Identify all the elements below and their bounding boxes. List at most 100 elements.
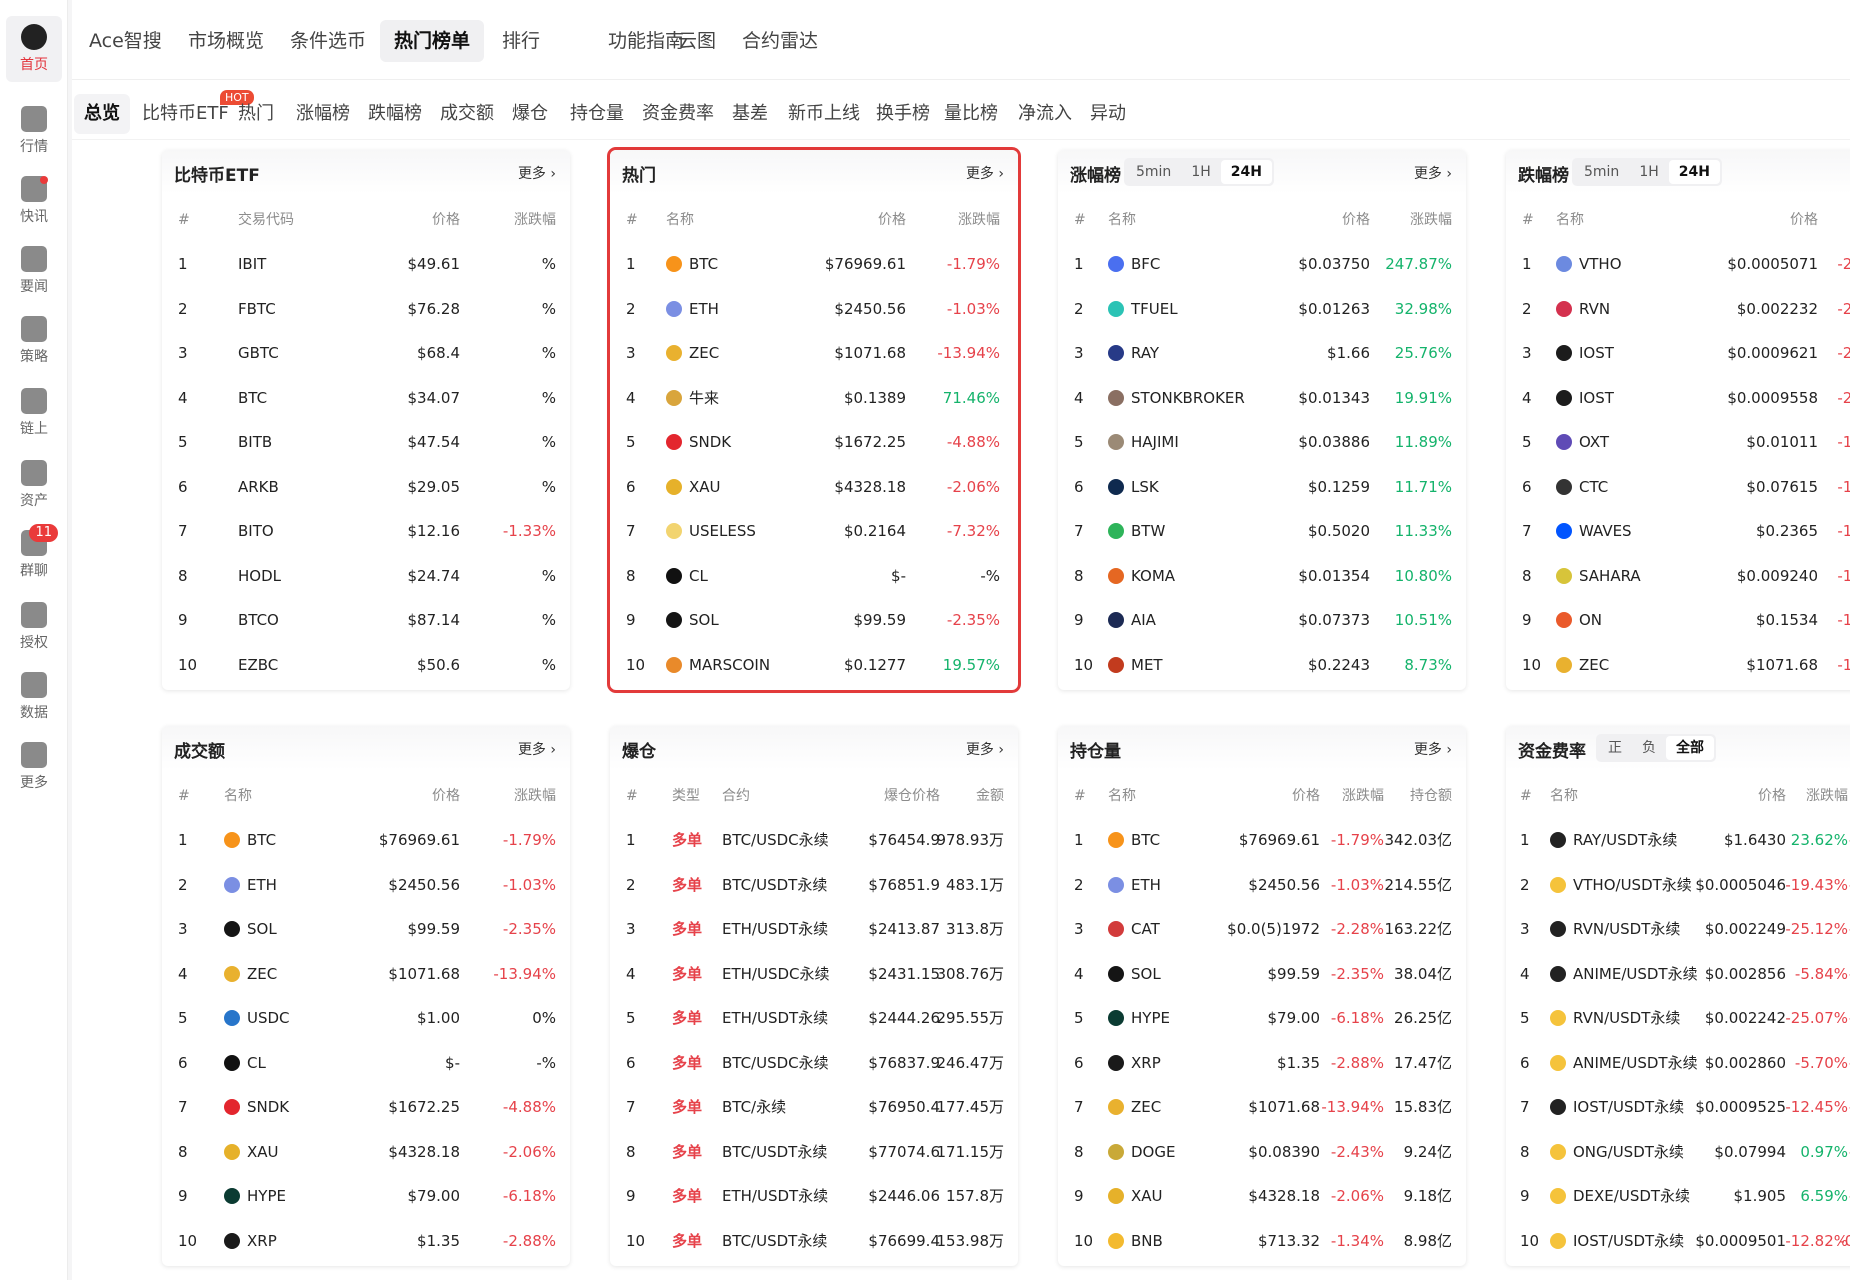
segment-option[interactable]: 24H <box>1668 160 1720 184</box>
table-row[interactable]: 5 OXT $0.01011 -18.60% <box>1506 420 1850 464</box>
table-row[interactable]: 9 BTCO $87.14% <box>162 598 570 642</box>
table-row[interactable]: 7 ZEC $1071.68 -13.94% 15.83亿 <box>1058 1085 1466 1129</box>
table-row[interactable]: 7 WAVES $0.2365 -16.22% <box>1506 509 1850 553</box>
sub-tab-11[interactable]: 换手榜 <box>866 94 940 134</box>
sub-tab-0[interactable]: 总览 <box>74 94 130 134</box>
table-row[interactable]: 8 DOGE $0.08390 -2.43% 9.24亿 <box>1058 1130 1466 1174</box>
more-link[interactable]: 更多 › <box>518 739 556 759</box>
table-row[interactable]: 1 BTC $76969.61 -1.79% <box>610 242 1018 286</box>
table-row[interactable]: 8 多单 BTC/USDT永续 $77074.6 171.15万 <box>610 1130 1018 1174</box>
table-row[interactable]: 2 TFUEL $0.01263 32.98% <box>1058 287 1466 331</box>
table-row[interactable]: 1 BTC $76969.61 -1.79% 342.03亿 <box>1058 818 1466 862</box>
table-row[interactable]: 6 LSK $0.1259 11.71% <box>1058 465 1466 509</box>
table-row[interactable]: 10 MET $0.2243 8.73% <box>1058 643 1466 687</box>
segment-option[interactable]: 24H <box>1220 160 1272 184</box>
table-row[interactable]: 1 VTHO $0.0005071 -29.25% <box>1506 242 1850 286</box>
sidebar-item-1[interactable]: 行情 <box>0 98 68 164</box>
table-row[interactable]: 10 XRP $1.35 -2.88% <box>162 1219 570 1263</box>
sub-tab-5[interactable]: 成交额 <box>430 94 504 134</box>
sidebar-item-10[interactable]: 更多 <box>0 734 68 800</box>
table-row[interactable]: 5 USDC $1.00 0% <box>162 996 570 1040</box>
more-link[interactable]: 更多 › <box>966 739 1004 759</box>
table-row[interactable]: 2VTHO/USDT永续$0.0005046-19.43%-0.27% <box>1506 863 1850 907</box>
sub-tab-6[interactable]: 爆仓 <box>502 94 558 134</box>
sub-tab-7[interactable]: 持仓量 <box>560 94 634 134</box>
table-row[interactable]: 6 ARKB $29.05% <box>162 465 570 509</box>
table-row[interactable]: 4 SOL $99.59 -2.35% 38.04亿 <box>1058 952 1466 996</box>
table-row[interactable]: 8 CL $- -% <box>610 554 1018 598</box>
table-row[interactable]: 3 GBTC $68.4% <box>162 331 570 375</box>
sub-tab-12[interactable]: 量比榜 <box>934 94 1008 134</box>
sidebar-item-2[interactable]: 快讯 <box>0 168 68 234</box>
table-row[interactable]: 5 HYPE $79.00 -6.18% 26.25亿 <box>1058 996 1466 1040</box>
more-link[interactable]: 更多 › <box>966 163 1004 183</box>
table-row[interactable]: 6 CTC $0.07615 -17.33% <box>1506 465 1850 509</box>
table-row[interactable]: 9 AIA $0.07373 10.51% <box>1058 598 1466 642</box>
segment-option[interactable]: 负 <box>1632 736 1666 760</box>
table-row[interactable]: 8 SAHARA $0.009240 -14.29% <box>1506 554 1850 598</box>
table-row[interactable]: 6 XAU $4328.18 -2.06% <box>610 465 1018 509</box>
table-row[interactable]: 7 多单 BTC/永续 $76950.4 177.45万 <box>610 1085 1018 1129</box>
sidebar-item-5[interactable]: 链上 <box>0 380 68 446</box>
table-row[interactable]: 6 XRP $1.35 -2.88% 17.47亿 <box>1058 1041 1466 1085</box>
top-tab-0[interactable]: Ace智搜 <box>75 20 176 62</box>
table-row[interactable]: 9DEXE/USDT永续$1.9056.59%-0.11% <box>1506 1174 1850 1218</box>
table-row[interactable]: 7 USELESS $0.2164 -7.32% <box>610 509 1018 553</box>
table-row[interactable]: 8 XAU $4328.18 -2.06% <box>162 1130 570 1174</box>
table-row[interactable]: 7 BTW $0.5020 11.33% <box>1058 509 1466 553</box>
sidebar-item-6[interactable]: 资产 <box>0 452 68 518</box>
table-row[interactable]: 3 IOST $0.0009621 -23.70% <box>1506 331 1850 375</box>
top-tab-6[interactable]: 云图 <box>664 20 730 62</box>
table-row[interactable]: 3 CAT $0.0(5)1972 -2.28% 163.22亿 <box>1058 907 1466 951</box>
segment-option[interactable]: 正 <box>1598 736 1632 760</box>
table-row[interactable]: 8ONG/USDT永续$0.079940.97%-0.12% <box>1506 1130 1850 1174</box>
sub-tab-10[interactable]: 新币上线 <box>778 94 870 134</box>
table-row[interactable]: 5 BITB $47.54% <box>162 420 570 464</box>
segment-option[interactable]: 5min <box>1126 160 1181 184</box>
table-row[interactable]: 9 ON $0.1534 -14.30% <box>1506 598 1850 642</box>
sidebar-item-4[interactable]: 策略 <box>0 308 68 374</box>
table-row[interactable]: 4 ZEC $1071.68 -13.94% <box>162 952 570 996</box>
table-row[interactable]: 4 BTC $34.07% <box>162 376 570 420</box>
table-row[interactable]: 2 ETH $2450.56 -1.03% <box>162 863 570 907</box>
table-row[interactable]: 3 ZEC $1071.68 -13.94% <box>610 331 1018 375</box>
sidebar-item-7[interactable]: 群聊 11 <box>0 522 68 588</box>
table-row[interactable]: 2 ETH $2450.56 -1.03% <box>610 287 1018 331</box>
table-row[interactable]: 4 IOST $0.0009558 -20.48% <box>1506 376 1850 420</box>
sub-tab-3[interactable]: 涨幅榜 <box>286 94 360 134</box>
more-link[interactable]: 更多 › <box>518 163 556 183</box>
table-row[interactable]: 9 SOL $99.59 -2.35% <box>610 598 1018 642</box>
table-row[interactable]: 7 BITO $12.16 -1.33% <box>162 509 570 553</box>
table-row[interactable]: 5 SNDK $1672.25 -4.88% <box>610 420 1018 464</box>
table-row[interactable]: 2 RVN $0.002232 -25.75% <box>1506 287 1850 331</box>
segment-option[interactable]: 5min <box>1574 160 1629 184</box>
sidebar-item-0[interactable]: 首页 <box>6 16 62 82</box>
table-row[interactable]: 10 EZBC $50.6% <box>162 643 570 687</box>
top-tab-2[interactable]: 条件选币 <box>276 20 380 62</box>
table-row[interactable]: 7IOST/USDT永续$0.0009525-12.45%-0.15% <box>1506 1085 1850 1129</box>
table-row[interactable]: 2 FBTC $76.28% <box>162 287 570 331</box>
table-row[interactable]: 5 HAJIMI $0.03886 11.89% <box>1058 420 1466 464</box>
top-tab-3[interactable]: 热门榜单 <box>380 20 485 62</box>
sub-tab-9[interactable]: 基差 <box>722 94 778 134</box>
table-row[interactable]: 10 多单 BTC/USDT永续 $76699.4 153.98万 <box>610 1219 1018 1263</box>
table-row[interactable]: 1RAY/USDT永续$1.643023.62%-0.30% <box>1506 818 1850 862</box>
sub-tab-1[interactable]: 比特币ETF HOT <box>132 90 254 134</box>
table-row[interactable]: 6 多单 BTC/USDC永续 $76837.9 246.47万 <box>610 1041 1018 1085</box>
table-row[interactable]: 2 多单 BTC/USDT永续 $76851.9 483.1万 <box>610 863 1018 907</box>
table-row[interactable]: 4ANIME/USDT永续$0.002856-5.84%-0.22% <box>1506 952 1850 996</box>
table-row[interactable]: 6 CL $- -% <box>162 1041 570 1085</box>
table-row[interactable]: 9 XAU $4328.18 -2.06% 9.18亿 <box>1058 1174 1466 1218</box>
table-row[interactable]: 1 多单 BTC/USDC永续 $76454.9 978.93万 <box>610 818 1018 862</box>
table-row[interactable]: 10 BNB $713.32 -1.34% 8.98亿 <box>1058 1219 1466 1263</box>
sub-tab-2[interactable]: 热门 <box>228 94 284 134</box>
table-row[interactable]: 6ANIME/USDT永续$0.002860-5.70%-0.19% <box>1506 1041 1850 1085</box>
sidebar-item-9[interactable]: 数据 <box>0 664 68 730</box>
sub-tab-13[interactable]: 净流入 <box>1008 94 1082 134</box>
segment-option[interactable]: 1H <box>1181 160 1220 184</box>
top-tab-1[interactable]: 市场概览 <box>174 20 278 62</box>
more-link[interactable]: 更多 › <box>1414 739 1452 759</box>
more-link[interactable]: 更多 › <box>1414 163 1452 183</box>
sidebar-item-3[interactable]: 要闻 <box>0 238 68 304</box>
table-row[interactable]: 10 ZEC $1071.68 -13.94% <box>1506 643 1850 687</box>
